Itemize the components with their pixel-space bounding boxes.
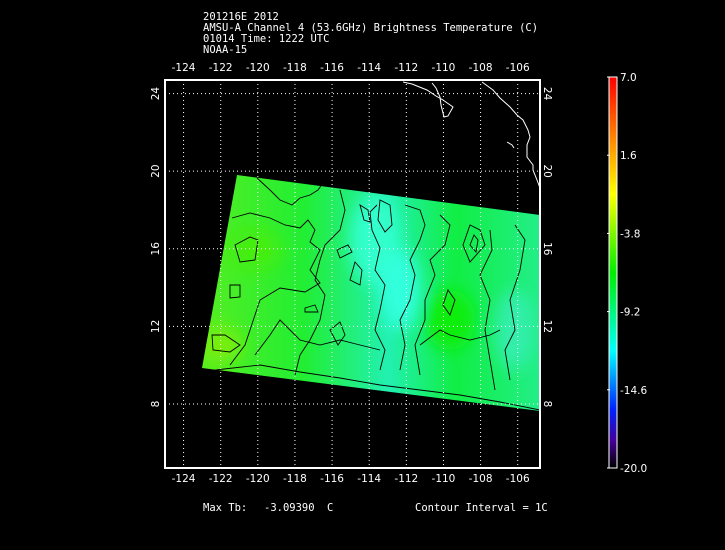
- y-tick-label-left: 16: [150, 242, 162, 256]
- y-tick-label-right: 16: [541, 242, 553, 256]
- x-tick-label-top: -108: [469, 62, 493, 74]
- max-tb-unit: C: [327, 502, 334, 514]
- colorbar-label: 1.6: [620, 150, 637, 162]
- map-plot: -124 -124 -122 -122 -120 -120 -118 -118 -116 -116…: [150, 62, 647, 485]
- x-tick-label-top: -122: [209, 62, 233, 74]
- colorbar-label: -3.8: [620, 228, 641, 240]
- x-tick-label-bottom: -120: [246, 473, 270, 485]
- x-tick-label-top: -118: [283, 62, 307, 74]
- max-tb-value: -3.09390: [264, 502, 315, 514]
- x-tick-label-top: -110: [432, 62, 456, 74]
- x-tick-label-bottom: -112: [394, 473, 418, 485]
- x-tick-label-top: -124: [172, 62, 196, 74]
- colorbar-label: -20.0: [620, 463, 647, 475]
- x-tick-label-top: -120: [246, 62, 270, 74]
- x-tick-label-bottom: -114: [357, 473, 381, 485]
- x-tick-label-bottom: -124: [172, 473, 196, 485]
- colorbar: 7.0 1.6 -3.8 -9.2 -14.6 -20.0: [607, 72, 647, 475]
- x-tick-label-bottom: -116: [320, 473, 344, 485]
- y-tick-label-left: 8: [150, 401, 162, 408]
- x-tick-label-bottom: -122: [209, 473, 233, 485]
- x-tick-label-top: -114: [357, 62, 381, 74]
- contour-interval: Contour Interval = 1C: [415, 502, 548, 514]
- y-tick-label-right: 12: [541, 320, 553, 333]
- x-tick-label-top: -112: [394, 62, 418, 74]
- y-tick-label-left: 24: [150, 87, 162, 101]
- colorbar-label: 7.0: [620, 72, 637, 84]
- y-tick-label-right: 8: [541, 401, 553, 408]
- x-tick-label-bottom: -118: [283, 473, 307, 485]
- y-tick-label-left: 20: [150, 164, 162, 177]
- x-tick-label-top: -106: [506, 62, 530, 74]
- coastline: [402, 81, 541, 189]
- x-tick-label-bottom: -108: [469, 473, 493, 485]
- colorbar-label: -9.2: [620, 307, 641, 319]
- y-tick-label-right: 24: [541, 87, 553, 101]
- max-tb-label: Max Tb:: [203, 502, 248, 514]
- x-tick-label-top: -116: [320, 62, 344, 74]
- colorbar-label: -14.6: [620, 385, 647, 397]
- y-tick-label-right: 20: [541, 164, 553, 177]
- y-tick-label-left: 12: [150, 320, 162, 333]
- x-tick-label-bottom: -110: [432, 473, 456, 485]
- x-tick-label-bottom: -106: [506, 473, 530, 485]
